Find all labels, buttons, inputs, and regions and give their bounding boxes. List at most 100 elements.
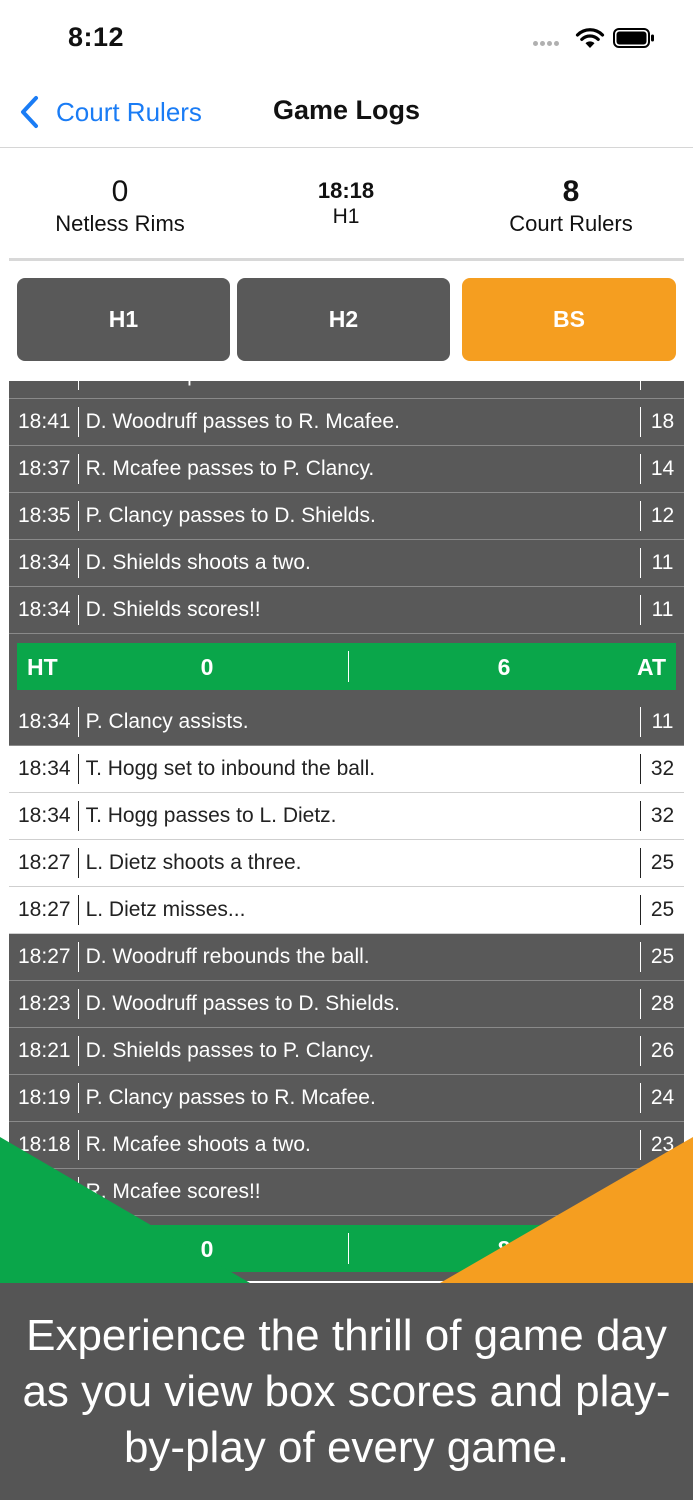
score-divider bbox=[348, 1233, 349, 1264]
log-value: 26 bbox=[640, 1036, 684, 1066]
log-value: 32 bbox=[640, 801, 684, 831]
battery-icon bbox=[613, 28, 654, 48]
log-time: 18:21 bbox=[9, 1036, 79, 1066]
clock-time: 18:18 bbox=[317, 178, 375, 203]
log-time: 18:19 bbox=[9, 1083, 79, 1113]
log-time: 18:43 bbox=[9, 381, 79, 390]
log-value: 14 bbox=[640, 454, 684, 484]
log-text: D. Woodruff passes to D. Shields. bbox=[85, 992, 400, 1015]
away-team: 8 Court Rulers bbox=[451, 175, 691, 239]
log-text: P. Clancy assists. bbox=[85, 710, 249, 733]
log-value: 23 bbox=[640, 1177, 684, 1207]
log-time: 18:35 bbox=[9, 501, 79, 531]
promo-text: Experience the thrill of game day as you… bbox=[22, 1310, 671, 1472]
home-team-score: 0 bbox=[200, 1236, 214, 1262]
log-text: D. Woodruff rebounds the ball. bbox=[85, 945, 370, 968]
log-value: 25 bbox=[640, 848, 684, 878]
log-value: 20 bbox=[640, 381, 684, 390]
away-team-score: 6 bbox=[497, 654, 511, 680]
log-row: 18:27 L. Dietz misses... 25 bbox=[9, 887, 684, 934]
log-time: 18:18 bbox=[9, 1130, 79, 1160]
log-row: 18:27 L. Dietz shoots a three. 25 bbox=[9, 840, 684, 887]
page-title: Game Logs bbox=[272, 95, 421, 125]
log-time: 18:27 bbox=[9, 848, 79, 878]
log-value: 11 bbox=[640, 595, 684, 625]
away-score: 8 bbox=[562, 175, 580, 208]
log-row: 18:34 T. Hogg passes to L. Dietz. 32 bbox=[9, 793, 684, 840]
home-team-abbrev: HT bbox=[27, 1236, 58, 1262]
log-value: 28 bbox=[640, 989, 684, 1019]
score-update-bar: HT 0 6 AT bbox=[17, 643, 676, 690]
home-team: 0 Netless Rims bbox=[0, 175, 240, 239]
navigation-bar: Court Rulers Game Logs bbox=[0, 76, 693, 148]
log-value: 25 bbox=[640, 942, 684, 972]
home-score: 0 bbox=[111, 175, 129, 208]
tab-h1[interactable]: H1 bbox=[17, 278, 230, 361]
play-by-play-list[interactable]: 18:43 D. Shields passes to D. Woodruff. … bbox=[9, 381, 684, 1286]
log-value: 11 bbox=[640, 707, 684, 737]
wifi-icon bbox=[575, 28, 605, 48]
log-time: 18:23 bbox=[9, 989, 79, 1019]
log-row: 18:34 D. Shields shoots a two. 11 bbox=[9, 540, 684, 587]
log-text: R. Mcafee passes to P. Clancy. bbox=[85, 457, 375, 480]
away-team-abbrev: AT bbox=[637, 654, 666, 680]
home-team-abbrev: HT bbox=[27, 654, 58, 680]
log-time: 18:34 bbox=[9, 707, 79, 737]
scoreboard: 0 Netless Rims 18:18 H1 8 Court Rulers bbox=[9, 149, 684, 261]
log-text: R. Mcafee scores!! bbox=[85, 1180, 261, 1203]
log-row: 18:23 D. Woodruff passes to D. Shields. … bbox=[9, 981, 684, 1028]
log-time: 18:18 bbox=[9, 1177, 79, 1207]
log-row: 18:34 T. Hogg set to inbound the ball. 3… bbox=[9, 746, 684, 793]
log-text: D. Shields scores!! bbox=[85, 598, 261, 621]
log-row: 18:18 R. Mcafee shoots a two. 23 bbox=[9, 1122, 684, 1169]
away-team-score: 8 bbox=[497, 1236, 511, 1262]
log-time: 18:34 bbox=[9, 595, 79, 625]
log-value: 12 bbox=[640, 501, 684, 531]
log-value: 11 bbox=[640, 548, 684, 578]
log-text: R. Mcafee shoots a two. bbox=[85, 1133, 311, 1156]
home-team-name: Netless Rims bbox=[55, 211, 185, 236]
log-text: P. Clancy passes to R. Mcafee. bbox=[85, 1086, 376, 1109]
log-row: 18:34 P. Clancy assists. 11 bbox=[9, 699, 684, 746]
away-team-name: Court Rulers bbox=[509, 211, 633, 236]
score-update-bar: HT 0 8 AT bbox=[17, 1225, 676, 1272]
log-row: 18:41 D. Woodruff passes to R. Mcafee. 1… bbox=[9, 399, 684, 446]
game-clock: 18:18 H1 bbox=[269, 178, 423, 230]
log-value: 32 bbox=[640, 754, 684, 784]
log-row: 18:21 D. Shields passes to P. Clancy. 26 bbox=[9, 1028, 684, 1075]
log-row: 18:43 D. Shields passes to D. Woodruff. … bbox=[9, 381, 684, 399]
log-value: 25 bbox=[640, 895, 684, 925]
log-text: D. Shields passes to D. Woodruff. bbox=[79, 381, 640, 390]
log-text: D. Shields shoots a two. bbox=[85, 551, 311, 574]
log-row: 18:18 R. Mcafee scores!! 23 bbox=[9, 1169, 684, 1216]
away-team-abbrev: AT bbox=[637, 1236, 666, 1262]
promo-banner: Experience the thrill of game day as you… bbox=[0, 1283, 693, 1500]
home-team-score: 0 bbox=[200, 654, 214, 680]
tab-bs[interactable]: BS bbox=[462, 278, 676, 361]
log-value: 18 bbox=[640, 407, 684, 437]
score-divider bbox=[348, 651, 349, 682]
log-text: P. Clancy passes to D. Shields. bbox=[85, 504, 376, 527]
log-text: D. Woodruff passes to R. Mcafee. bbox=[85, 410, 400, 433]
log-row: 18:27 D. Woodruff rebounds the ball. 25 bbox=[9, 934, 684, 981]
tab-h2[interactable]: H2 bbox=[237, 278, 450, 361]
log-time: 18:37 bbox=[9, 454, 79, 484]
log-text: T. Hogg set to inbound the ball. bbox=[85, 757, 376, 780]
log-row: 18:34 D. Shields scores!! 11 bbox=[9, 587, 684, 634]
log-time: 18:34 bbox=[9, 801, 79, 831]
log-text: L. Dietz misses... bbox=[85, 898, 246, 921]
clock-period: H1 bbox=[332, 205, 360, 228]
score-update-band: HT 0 6 AT bbox=[9, 634, 684, 699]
log-time: 18:27 bbox=[9, 942, 79, 972]
log-time: 18:41 bbox=[9, 407, 79, 437]
log-row: 18:37 R. Mcafee passes to P. Clancy. 14 bbox=[9, 446, 684, 493]
status-time: 8:12 bbox=[68, 22, 125, 52]
log-text: D. Shields passes to P. Clancy. bbox=[85, 1039, 375, 1062]
log-row: 18:35 P. Clancy passes to D. Shields. 12 bbox=[9, 493, 684, 540]
score-update-band: HT 0 8 AT bbox=[9, 1216, 684, 1281]
log-time: 18:34 bbox=[9, 754, 79, 784]
log-text: T. Hogg passes to L. Dietz. bbox=[85, 804, 337, 827]
log-row: 18:19 P. Clancy passes to R. Mcafee. 24 bbox=[9, 1075, 684, 1122]
log-time: 18:27 bbox=[9, 895, 79, 925]
log-text: L. Dietz shoots a three. bbox=[85, 851, 302, 874]
